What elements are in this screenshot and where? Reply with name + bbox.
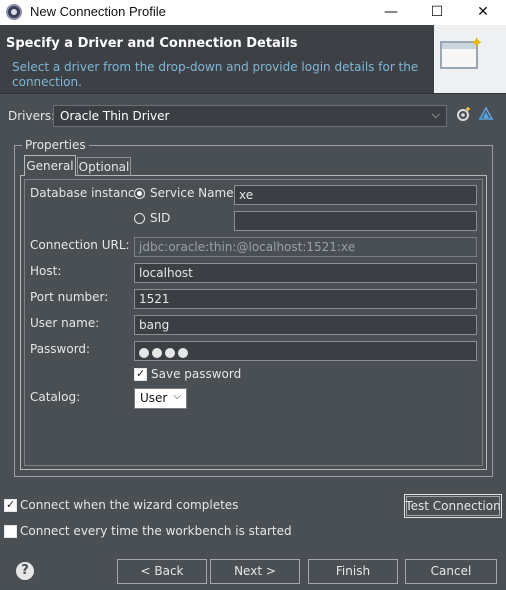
port-label: Port number:	[30, 290, 109, 304]
title-bar: New Connection Profile — ☐ ✕	[0, 0, 506, 25]
drivers-selected-value: Oracle Thin Driver	[60, 109, 170, 123]
window-title: New Connection Profile	[30, 4, 166, 19]
user-name-label: User name:	[30, 316, 100, 330]
password-label: Password:	[30, 342, 91, 356]
database-instance-label: Database instance:	[30, 186, 146, 200]
test-connection-button[interactable]: Test Connection	[404, 494, 502, 518]
service-name-field[interactable]: xe	[234, 185, 477, 205]
catalog-dropdown[interactable]: User ⌵	[134, 388, 187, 409]
password-field[interactable]	[134, 341, 477, 361]
app-icon	[6, 4, 22, 20]
maximize-button[interactable]: ☐	[414, 0, 460, 25]
properties-group-label: Properties	[22, 138, 89, 152]
chevron-down-icon: ⌵	[173, 391, 181, 402]
service-name-radio[interactable]	[134, 188, 145, 199]
help-icon[interactable]: ?	[16, 562, 34, 580]
user-name-field[interactable]: bang	[134, 315, 477, 335]
host-field[interactable]: localhost	[134, 263, 477, 283]
host-label: Host:	[30, 264, 62, 278]
cancel-button[interactable]: Cancel	[405, 559, 497, 584]
connect-when-complete-label: Connect when the wizard completes	[20, 498, 239, 512]
service-name-label: Service Name	[150, 186, 234, 200]
catalog-selected-value: User	[140, 391, 168, 405]
connection-url-field: jdbc:oracle:thin:@localhost:1521:xe	[134, 237, 477, 257]
catalog-label: Catalog:	[30, 390, 81, 404]
connection-url-label: Connection URL:	[30, 238, 130, 252]
sid-radio[interactable]	[134, 213, 145, 224]
save-password-checkbox[interactable]	[134, 367, 147, 381]
drivers-dropdown[interactable]: Oracle Thin Driver ⌵	[53, 105, 447, 127]
save-password-label: Save password	[151, 367, 242, 381]
finish-button[interactable]: Finish	[308, 559, 398, 584]
wizard-header: Specify a Driver and Connection Details …	[0, 25, 506, 93]
page-title: Specify a Driver and Connection Details	[6, 36, 298, 51]
sid-label: SID	[150, 211, 171, 225]
page-description: Select a driver from the drop-down and p…	[12, 60, 419, 89]
connect-every-time-label: Connect every time the workbench is star…	[20, 524, 292, 538]
edit-driver-icon[interactable]	[456, 106, 472, 122]
minimize-button[interactable]: —	[368, 0, 414, 25]
close-button[interactable]: ✕	[460, 0, 506, 25]
tab-optional[interactable]: Optional	[77, 157, 131, 176]
chevron-down-icon: ⌵	[431, 108, 440, 121]
new-driver-icon[interactable]	[478, 106, 494, 122]
wizard-banner-icon: ✦	[434, 25, 506, 93]
connect-every-time-checkbox[interactable]	[4, 525, 17, 538]
back-button[interactable]: < Back	[117, 559, 207, 584]
tab-general[interactable]: General	[24, 155, 76, 176]
sid-field[interactable]	[234, 211, 477, 231]
header-divider	[0, 93, 506, 94]
connect-when-complete-checkbox[interactable]	[4, 498, 17, 512]
port-field[interactable]: 1521	[134, 289, 477, 309]
drivers-label: Drivers:	[8, 109, 56, 123]
next-button[interactable]: Next >	[210, 559, 300, 584]
